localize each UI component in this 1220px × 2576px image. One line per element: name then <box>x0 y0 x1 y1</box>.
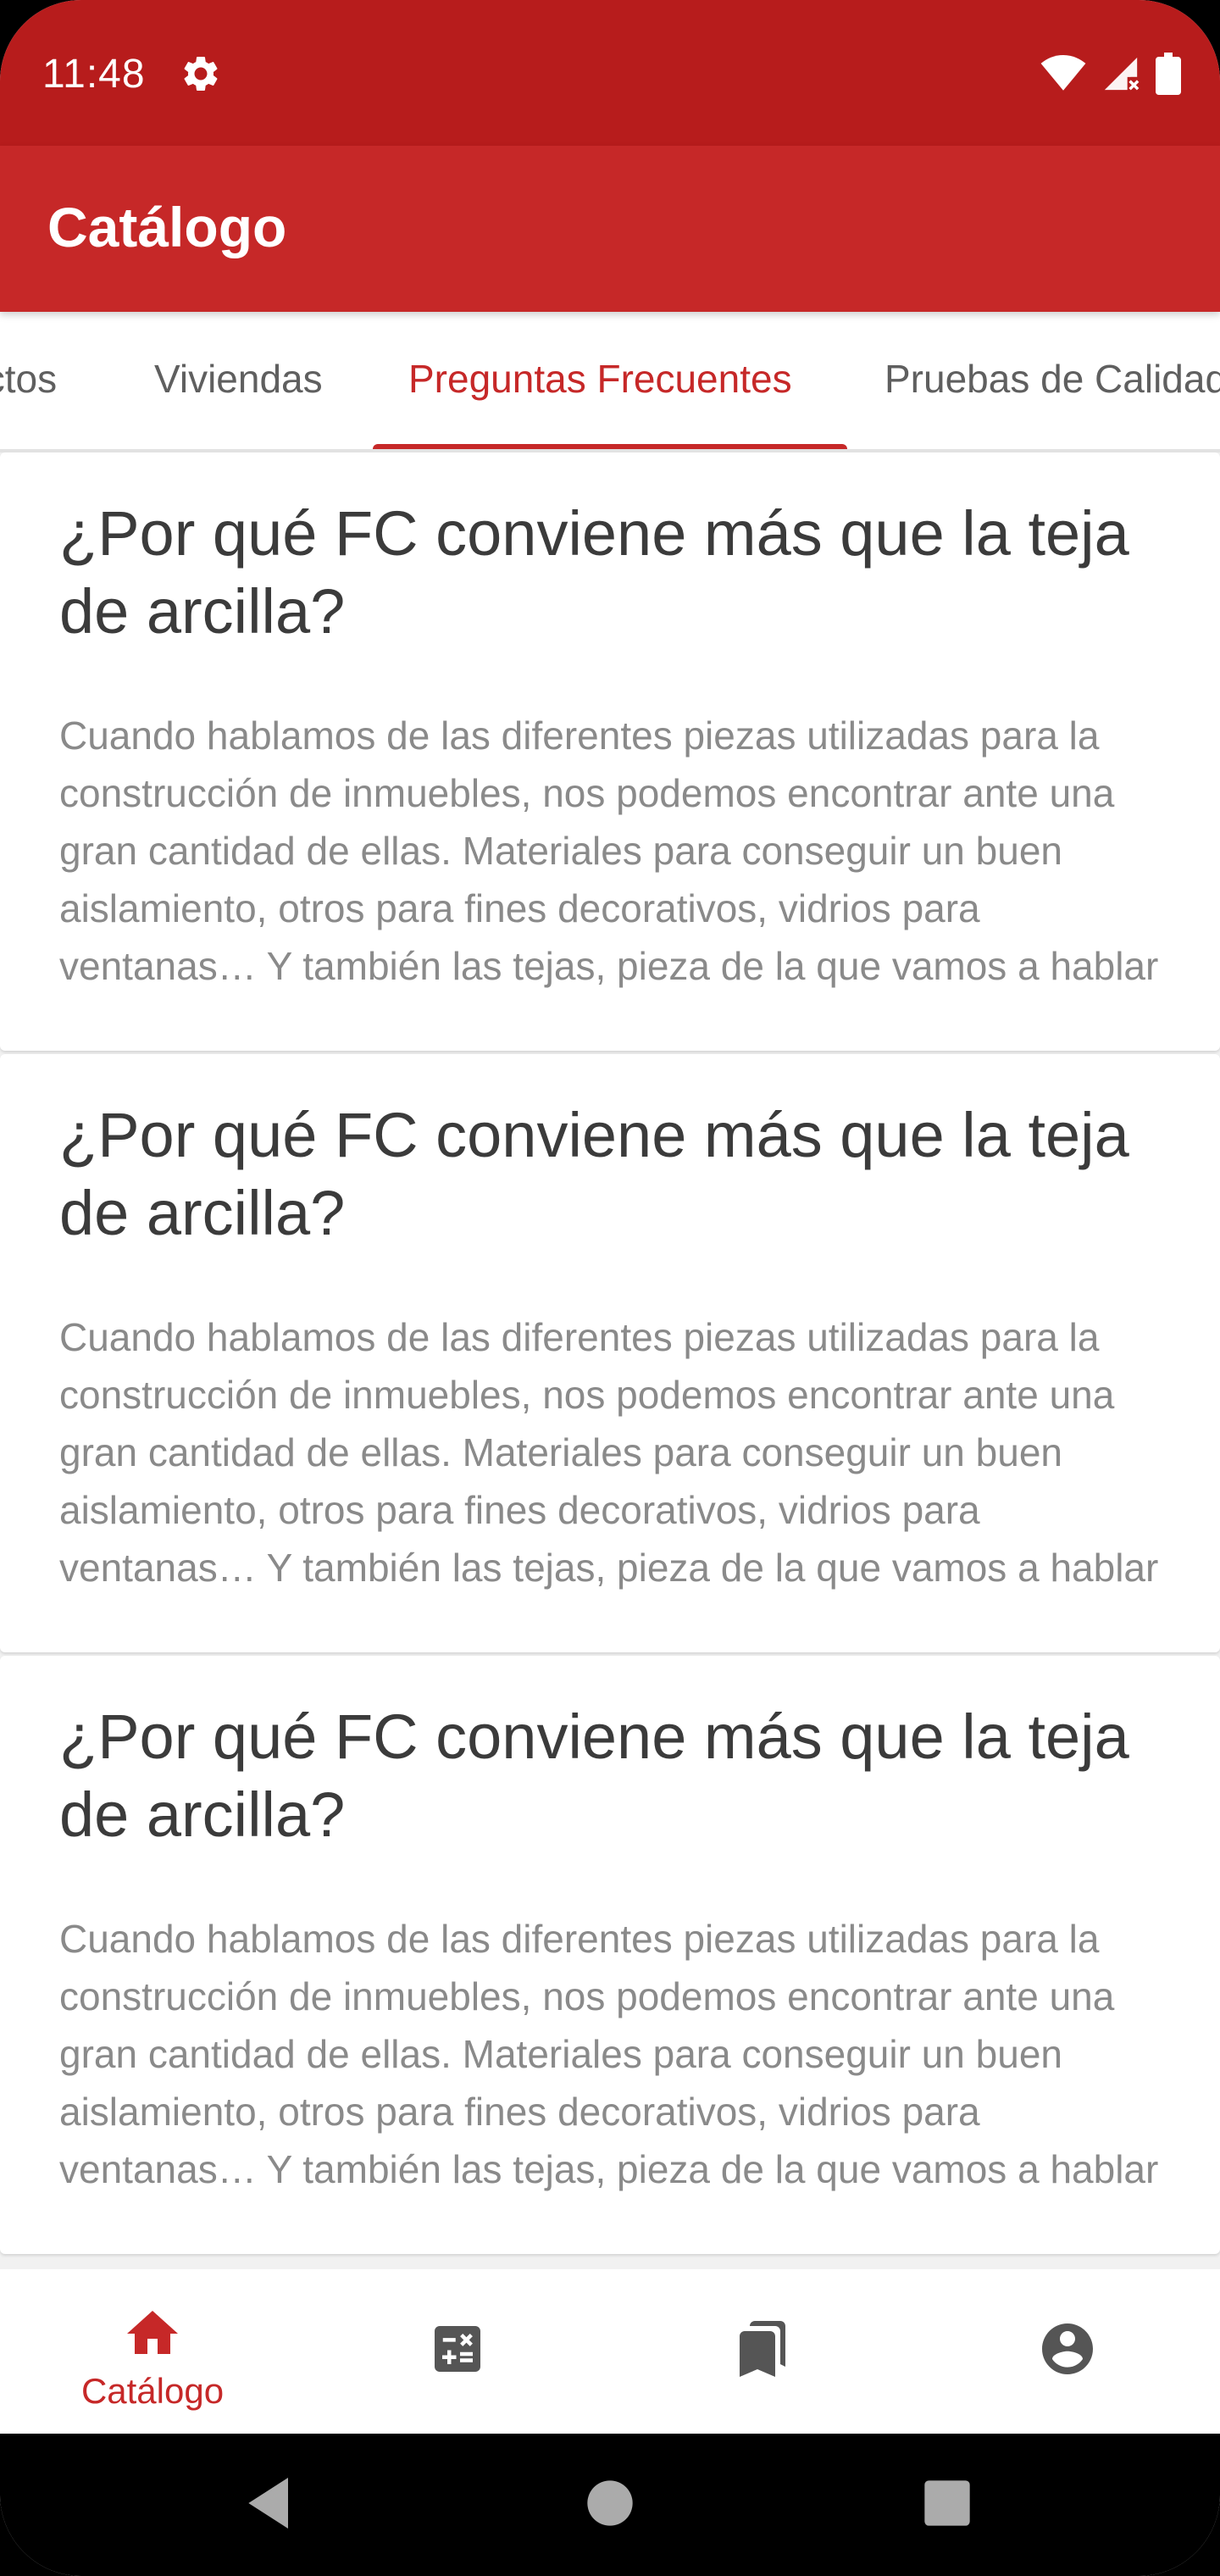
status-time: 11:48 <box>42 52 146 97</box>
faq-body: Cuando hablamos de las diferentes piezas… <box>59 1917 1159 2191</box>
bottom-navigation: Catálogo <box>0 2269 1220 2434</box>
phone-screen: 11:48 Catálogo Productos Viviendas Pregu… <box>0 0 1220 2576</box>
tab-pruebas-de-calidad[interactable]: Pruebas de Calidad <box>884 356 1220 402</box>
faq-card[interactable]: ¿Por qué FC conviene más que la teja de … <box>0 1054 1220 1652</box>
tab-bar: Productos Viviendas Preguntas Frecuentes… <box>0 312 1220 452</box>
gear-icon <box>184 56 218 91</box>
status-icons <box>1040 53 1181 95</box>
recents-icon[interactable] <box>913 2469 981 2537</box>
faq-list[interactable]: ¿Por qué FC conviene más que la teja de … <box>0 452 1220 2269</box>
nav-item-bookmarks[interactable] <box>610 2269 915 2434</box>
faq-card[interactable]: ¿Por qué FC conviene más que la teja de … <box>0 452 1220 1051</box>
bookmarks-icon <box>740 2321 785 2377</box>
faq-card[interactable]: ¿Por qué FC conviene más que la teja de … <box>0 1656 1220 2254</box>
calculator-icon <box>435 2326 480 2372</box>
faq-title: ¿Por qué FC conviene más que la teja de … <box>59 1100 1129 1248</box>
nav-label-catalogo: Catálogo <box>80 2371 225 2411</box>
system-navigation-bar <box>0 2434 1220 2576</box>
battery-icon <box>1156 53 1181 95</box>
nav-item-account[interactable] <box>915 2269 1220 2434</box>
faq-title: ¿Por qué FC conviene más que la teja de … <box>59 498 1129 647</box>
nav-item-catalogo[interactable]: Catálogo <box>0 2269 305 2434</box>
tab-productos[interactable]: Productos <box>0 356 57 402</box>
back-icon[interactable] <box>237 2469 305 2537</box>
home-circle-icon[interactable] <box>576 2469 644 2537</box>
app-bar: Catálogo <box>0 146 1220 312</box>
tab-preguntas-frecuentes[interactable]: Preguntas Frecuentes <box>408 356 792 402</box>
tab-indicator <box>373 444 847 449</box>
tab-viviendas[interactable]: Viviendas <box>154 356 323 402</box>
faq-title: ¿Por qué FC conviene más que la teja de … <box>59 1702 1129 1850</box>
wifi-icon <box>1040 55 1086 91</box>
signal-icon <box>1104 57 1140 93</box>
nav-item-calculator[interactable] <box>305 2269 610 2434</box>
status-bar: 11:48 <box>0 0 1220 146</box>
page-title: Catálogo <box>47 196 287 258</box>
home-icon <box>127 2311 178 2354</box>
account-icon <box>1042 2323 1093 2374</box>
faq-body: Cuando hablamos de las diferentes piezas… <box>59 713 1159 988</box>
faq-body: Cuando hablamos de las diferentes piezas… <box>59 1315 1159 1590</box>
